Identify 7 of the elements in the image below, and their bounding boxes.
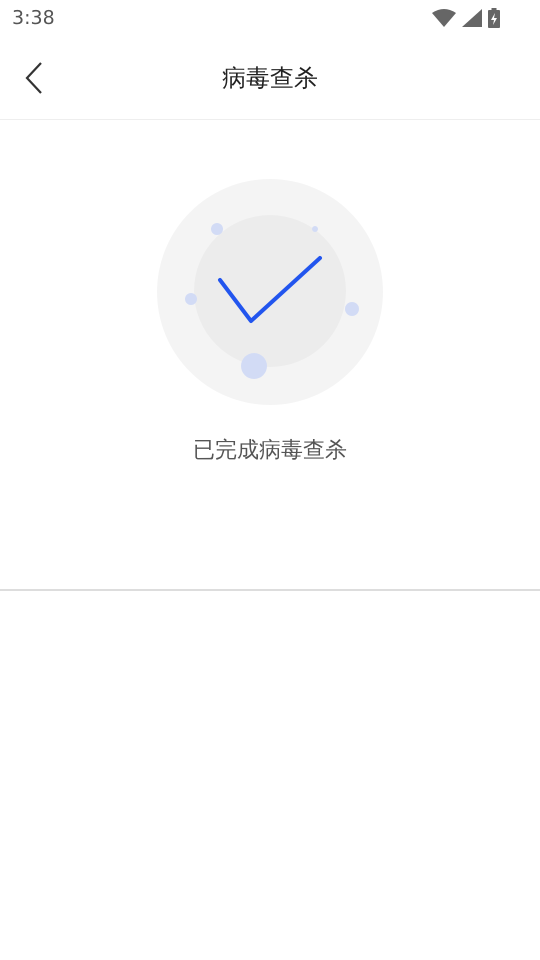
page-title: 病毒查杀 (222, 62, 318, 94)
back-icon (25, 62, 43, 94)
signal-icon (462, 9, 482, 27)
wifi-icon (432, 9, 456, 27)
completion-message: 已完成病毒查杀 (193, 437, 347, 465)
battery-icon (488, 8, 500, 28)
status-time: 3:38 (12, 7, 55, 29)
